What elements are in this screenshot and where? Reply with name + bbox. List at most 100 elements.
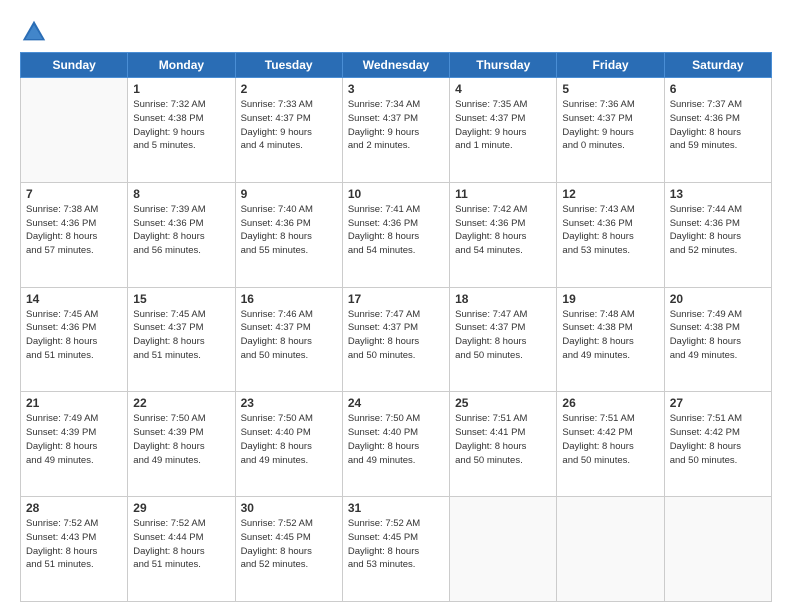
day-detail: Sunrise: 7:50 AM Sunset: 4:40 PM Dayligh…	[348, 412, 444, 467]
day-detail: Sunrise: 7:36 AM Sunset: 4:37 PM Dayligh…	[562, 98, 658, 153]
calendar-cell: 26 Sunrise: 7:51 AM Sunset: 4:42 PM Dayli…	[557, 392, 664, 497]
day-detail: Sunrise: 7:37 AM Sunset: 4:36 PM Dayligh…	[670, 98, 766, 153]
day-number: 12	[562, 187, 658, 201]
day-detail: Sunrise: 7:45 AM Sunset: 4:37 PM Dayligh…	[133, 308, 229, 363]
calendar-cell: 2 Sunrise: 7:33 AM Sunset: 4:37 PM Daylig…	[235, 78, 342, 183]
day-detail: Sunrise: 7:42 AM Sunset: 4:36 PM Dayligh…	[455, 203, 551, 258]
day-detail: Sunrise: 7:49 AM Sunset: 4:39 PM Dayligh…	[26, 412, 122, 467]
day-detail: Sunrise: 7:43 AM Sunset: 4:36 PM Dayligh…	[562, 203, 658, 258]
day-number: 4	[455, 82, 551, 96]
day-detail: Sunrise: 7:41 AM Sunset: 4:36 PM Dayligh…	[348, 203, 444, 258]
calendar-cell: 1 Sunrise: 7:32 AM Sunset: 4:38 PM Daylig…	[128, 78, 235, 183]
calendar-cell	[450, 497, 557, 602]
weekday-header: Sunday	[21, 53, 128, 78]
day-number: 26	[562, 396, 658, 410]
day-number: 17	[348, 292, 444, 306]
day-detail: Sunrise: 7:44 AM Sunset: 4:36 PM Dayligh…	[670, 203, 766, 258]
day-number: 20	[670, 292, 766, 306]
day-number: 31	[348, 501, 444, 515]
calendar-cell: 10 Sunrise: 7:41 AM Sunset: 4:36 PM Dayli…	[342, 182, 449, 287]
day-number: 9	[241, 187, 337, 201]
day-detail: Sunrise: 7:38 AM Sunset: 4:36 PM Dayligh…	[26, 203, 122, 258]
day-number: 22	[133, 396, 229, 410]
day-number: 1	[133, 82, 229, 96]
calendar-cell: 28Sunrise: 7:52 AM Sunset: 4:43 PM Dayli…	[21, 497, 128, 602]
page: SundayMondayTuesdayWednesdayThursdayFrid…	[0, 0, 792, 612]
day-detail: Sunrise: 7:34 AM Sunset: 4:37 PM Dayligh…	[348, 98, 444, 153]
day-detail: Sunrise: 7:32 AM Sunset: 4:38 PM Dayligh…	[133, 98, 229, 153]
day-detail: Sunrise: 7:52 AM Sunset: 4:45 PM Dayligh…	[348, 517, 444, 572]
calendar-cell: 19 Sunrise: 7:48 AM Sunset: 4:38 PM Dayli…	[557, 287, 664, 392]
day-detail: Sunrise: 7:49 AM Sunset: 4:38 PM Dayligh…	[670, 308, 766, 363]
day-detail: Sunrise: 7:50 AM Sunset: 4:39 PM Dayligh…	[133, 412, 229, 467]
day-number: 24	[348, 396, 444, 410]
day-number: 7	[26, 187, 122, 201]
calendar-cell: 29 Sunrise: 7:52 AM Sunset: 4:44 PM Dayli…	[128, 497, 235, 602]
day-number: 25	[455, 396, 551, 410]
day-detail: Sunrise: 7:51 AM Sunset: 4:41 PM Dayligh…	[455, 412, 551, 467]
calendar-cell: 22 Sunrise: 7:50 AM Sunset: 4:39 PM Dayli…	[128, 392, 235, 497]
weekday-header: Saturday	[664, 53, 771, 78]
day-number: 3	[348, 82, 444, 96]
day-number: 13	[670, 187, 766, 201]
calendar-cell: 7 Sunrise: 7:38 AM Sunset: 4:36 PM Daylig…	[21, 182, 128, 287]
calendar-cell	[21, 78, 128, 183]
day-number: 15	[133, 292, 229, 306]
day-number: 8	[133, 187, 229, 201]
calendar-cell: 9 Sunrise: 7:40 AM Sunset: 4:36 PM Daylig…	[235, 182, 342, 287]
calendar-cell: 15 Sunrise: 7:45 AM Sunset: 4:37 PM Dayli…	[128, 287, 235, 392]
day-detail: Sunrise: 7:48 AM Sunset: 4:38 PM Dayligh…	[562, 308, 658, 363]
calendar-cell: 30Sunrise: 7:52 AM Sunset: 4:45 PM Dayli…	[235, 497, 342, 602]
day-number: 16	[241, 292, 337, 306]
day-number: 21	[26, 396, 122, 410]
weekday-header: Tuesday	[235, 53, 342, 78]
day-detail: Sunrise: 7:33 AM Sunset: 4:37 PM Dayligh…	[241, 98, 337, 153]
day-detail: Sunrise: 7:52 AM Sunset: 4:44 PM Dayligh…	[133, 517, 229, 572]
day-detail: Sunrise: 7:47 AM Sunset: 4:37 PM Dayligh…	[455, 308, 551, 363]
weekday-header: Friday	[557, 53, 664, 78]
calendar-cell: 11 Sunrise: 7:42 AM Sunset: 4:36 PM Dayli…	[450, 182, 557, 287]
calendar-cell: 13 Sunrise: 7:44 AM Sunset: 4:36 PM Dayli…	[664, 182, 771, 287]
day-number: 2	[241, 82, 337, 96]
day-detail: Sunrise: 7:52 AM Sunset: 4:45 PM Dayligh…	[241, 517, 337, 572]
header	[20, 18, 772, 46]
calendar-cell: 20 Sunrise: 7:49 AM Sunset: 4:38 PM Dayli…	[664, 287, 771, 392]
logo	[20, 18, 52, 46]
day-number: 18	[455, 292, 551, 306]
day-detail: Sunrise: 7:46 AM Sunset: 4:37 PM Dayligh…	[241, 308, 337, 363]
day-number: 27	[670, 396, 766, 410]
day-detail: Sunrise: 7:40 AM Sunset: 4:36 PM Dayligh…	[241, 203, 337, 258]
calendar-cell: 6 Sunrise: 7:37 AM Sunset: 4:36 PM Daylig…	[664, 78, 771, 183]
day-detail: Sunrise: 7:51 AM Sunset: 4:42 PM Dayligh…	[562, 412, 658, 467]
calendar-cell: 4 Sunrise: 7:35 AM Sunset: 4:37 PM Daylig…	[450, 78, 557, 183]
day-number: 10	[348, 187, 444, 201]
calendar-cell: 27Sunrise: 7:51 AM Sunset: 4:42 PM Dayli…	[664, 392, 771, 497]
day-number: 11	[455, 187, 551, 201]
day-detail: Sunrise: 7:35 AM Sunset: 4:37 PM Dayligh…	[455, 98, 551, 153]
calendar-cell: 24 Sunrise: 7:50 AM Sunset: 4:40 PM Dayli…	[342, 392, 449, 497]
day-detail: Sunrise: 7:52 AM Sunset: 4:43 PM Dayligh…	[26, 517, 122, 572]
day-number: 29	[133, 501, 229, 515]
calendar-cell: 31 Sunrise: 7:52 AM Sunset: 4:45 PM Dayli…	[342, 497, 449, 602]
calendar-cell: 23Sunrise: 7:50 AM Sunset: 4:40 PM Dayli…	[235, 392, 342, 497]
day-number: 6	[670, 82, 766, 96]
calendar-cell	[664, 497, 771, 602]
calendar-cell: 16 Sunrise: 7:46 AM Sunset: 4:37 PM Dayli…	[235, 287, 342, 392]
day-detail: Sunrise: 7:45 AM Sunset: 4:36 PM Dayligh…	[26, 308, 122, 363]
day-number: 5	[562, 82, 658, 96]
day-detail: Sunrise: 7:47 AM Sunset: 4:37 PM Dayligh…	[348, 308, 444, 363]
calendar-cell: 5 Sunrise: 7:36 AM Sunset: 4:37 PM Daylig…	[557, 78, 664, 183]
logo-icon	[20, 18, 48, 46]
calendar-cell	[557, 497, 664, 602]
day-number: 23	[241, 396, 337, 410]
calendar-cell: 21 Sunrise: 7:49 AM Sunset: 4:39 PM Dayli…	[21, 392, 128, 497]
day-detail: Sunrise: 7:39 AM Sunset: 4:36 PM Dayligh…	[133, 203, 229, 258]
calendar-cell: 3 Sunrise: 7:34 AM Sunset: 4:37 PM Daylig…	[342, 78, 449, 183]
day-number: 19	[562, 292, 658, 306]
calendar-cell: 25 Sunrise: 7:51 AM Sunset: 4:41 PM Dayli…	[450, 392, 557, 497]
calendar-cell: 8 Sunrise: 7:39 AM Sunset: 4:36 PM Daylig…	[128, 182, 235, 287]
calendar-cell: 12 Sunrise: 7:43 AM Sunset: 4:36 PM Dayli…	[557, 182, 664, 287]
calendar-table: SundayMondayTuesdayWednesdayThursdayFrid…	[20, 52, 772, 602]
weekday-header: Wednesday	[342, 53, 449, 78]
calendar-cell: 18 Sunrise: 7:47 AM Sunset: 4:37 PM Dayli…	[450, 287, 557, 392]
